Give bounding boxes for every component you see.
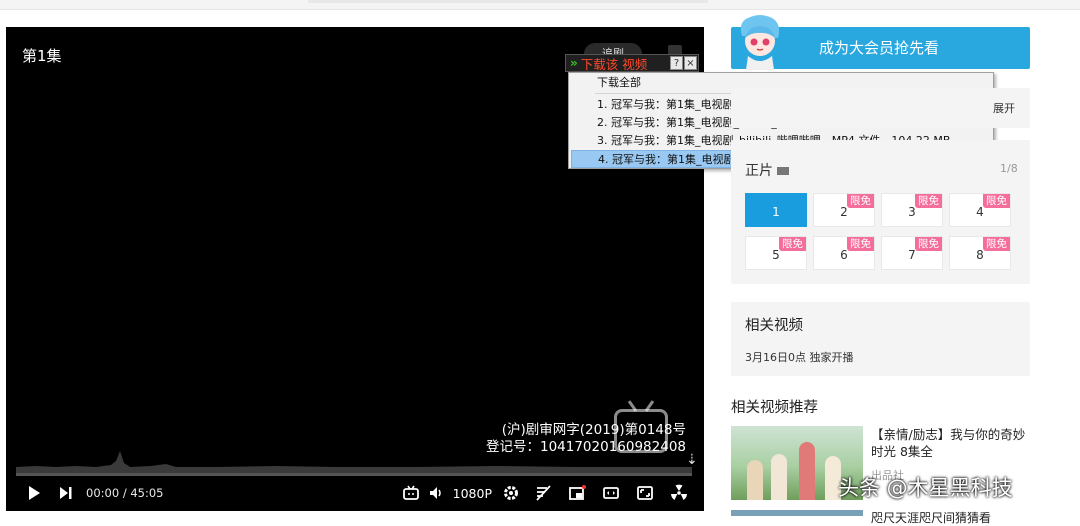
next-episode-icon[interactable] xyxy=(56,480,74,506)
info-card xyxy=(731,88,1030,128)
settings-gear-icon[interactable] xyxy=(496,480,526,506)
watermark-text: 头条 @木星黑科技 xyxy=(838,476,1013,500)
time-total: 45:05 xyxy=(130,486,164,500)
episode-button-1[interactable]: 1 xyxy=(745,193,807,227)
episode-number: 2 xyxy=(840,205,848,219)
fullscreen-icon[interactable] xyxy=(628,480,662,506)
help-icon[interactable]: ? xyxy=(670,56,683,70)
episode-list-header: 正片 xyxy=(745,160,789,180)
download-arrow-icon[interactable]: » xyxy=(566,56,581,70)
close-icon[interactable]: × xyxy=(684,56,697,70)
free-badge: 限免 xyxy=(915,237,942,251)
related-title: 相关视频 xyxy=(745,318,803,334)
recommend-video-title[interactable]: 【亲情/励志】我与你的奇妙时光 8集全 xyxy=(871,426,1031,460)
top-nav-bar xyxy=(0,0,1080,10)
danmaku-density-wave xyxy=(16,451,692,473)
free-badge: 限免 xyxy=(983,237,1010,251)
control-bar: 00:00 / 45:05 1080P xyxy=(6,479,704,507)
mascot-avatar-icon xyxy=(740,15,780,70)
free-badge: 限免 xyxy=(779,237,806,251)
episode-list-title: 正片 xyxy=(745,163,773,179)
time-display: 00:00 / 45:05 xyxy=(86,486,164,500)
progress-bar[interactable] xyxy=(16,473,692,476)
episode-title: 第1集 xyxy=(22,47,62,65)
recommend-title: 相关视频推荐 xyxy=(731,400,818,416)
episode-button-6[interactable]: 6 限免 xyxy=(813,236,875,270)
recommend-video-title-2[interactable]: 咫尺天涯咫尺间猜猜看 xyxy=(871,509,991,526)
recommend-thumbnail-2[interactable] xyxy=(731,510,863,516)
play-icon[interactable] xyxy=(24,480,44,506)
free-badge: 限免 xyxy=(983,194,1010,208)
widescreen-icon[interactable] xyxy=(594,480,628,506)
quality-selector[interactable]: 1080P xyxy=(449,480,496,506)
grid-view-icon[interactable] xyxy=(777,167,789,175)
danmaku-icon[interactable] xyxy=(399,480,423,506)
episode-button-4[interactable]: 4 限免 xyxy=(949,193,1011,227)
picture-in-picture-icon[interactable] xyxy=(560,480,594,506)
episode-number: 7 xyxy=(908,248,916,262)
episode-button-8[interactable]: 8 限免 xyxy=(949,236,1011,270)
episode-number: 8 xyxy=(976,248,984,262)
download-all-item[interactable]: 下载全部 xyxy=(597,75,641,91)
free-badge: 限免 xyxy=(915,194,942,208)
download-video-button[interactable]: 下载该 视频 xyxy=(581,54,647,73)
episode-number: 5 xyxy=(772,248,780,262)
related-date[interactable]: 3月16日0点 独家开播 xyxy=(745,349,854,365)
expand-button[interactable]: 展开 xyxy=(993,100,1015,116)
time-separator: / xyxy=(122,486,127,500)
danmaku-off-icon[interactable] xyxy=(526,480,560,506)
episode-count: 1/8 xyxy=(1000,162,1018,175)
episode-number: 4 xyxy=(976,205,984,219)
free-badge: 限免 xyxy=(847,194,874,208)
episode-button-5[interactable]: 5 限免 xyxy=(745,236,807,270)
search-bar[interactable] xyxy=(308,0,708,3)
volume-icon[interactable] xyxy=(423,480,449,506)
radiation-icon[interactable] xyxy=(662,480,696,506)
episode-button-2[interactable]: 2 限免 xyxy=(813,193,875,227)
episode-button-3[interactable]: 3 限免 xyxy=(881,193,943,227)
time-current: 00:00 xyxy=(86,486,120,500)
episode-number: 3 xyxy=(908,205,916,219)
free-badge: 限免 xyxy=(847,237,874,251)
episode-number: 6 xyxy=(840,248,848,262)
progress-handle-icon[interactable]: ⇣ xyxy=(686,452,698,468)
episode-number: 1 xyxy=(772,205,780,219)
download-toolbar: » 下载该 视频 ? × xyxy=(565,54,699,72)
episode-button-7[interactable]: 7 限免 xyxy=(881,236,943,270)
vip-banner-text: 成为大会员抢先看 xyxy=(819,39,940,57)
